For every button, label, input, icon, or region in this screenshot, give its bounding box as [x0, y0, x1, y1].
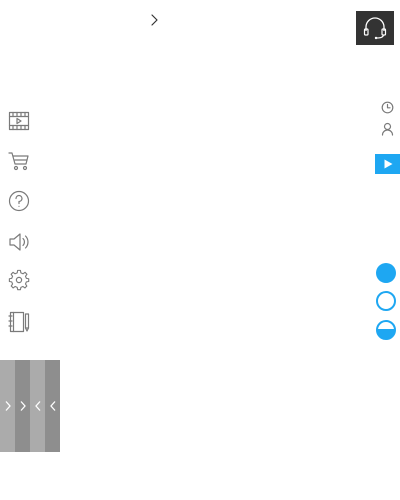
- chevron-right-icon[interactable]: [149, 13, 161, 27]
- next-button-alt[interactable]: [15, 360, 30, 452]
- play-icon: [383, 159, 393, 169]
- cart-icon[interactable]: [8, 150, 30, 172]
- app-screen: [0, 0, 400, 500]
- indicator-filled[interactable]: [376, 263, 396, 283]
- chevron-right-icon: [18, 400, 28, 412]
- support-button[interactable]: [356, 11, 394, 45]
- prev-button-alt[interactable]: [45, 360, 60, 452]
- user-icon[interactable]: [381, 122, 394, 136]
- clock-icon[interactable]: [381, 101, 394, 114]
- help-icon[interactable]: [8, 190, 30, 212]
- chevron-left-icon: [33, 400, 43, 412]
- chevron-right-icon: [3, 400, 13, 412]
- chevron-left-icon: [48, 400, 58, 412]
- gear-icon[interactable]: [8, 269, 30, 291]
- speaker-icon[interactable]: [8, 231, 32, 253]
- indicator-half[interactable]: [376, 320, 396, 340]
- notebook-icon[interactable]: [8, 311, 30, 333]
- indicator-empty[interactable]: [376, 291, 396, 311]
- play-button[interactable]: [375, 154, 400, 174]
- next-button[interactable]: [0, 360, 15, 452]
- prev-button[interactable]: [30, 360, 45, 452]
- headset-icon: [361, 16, 389, 40]
- film-icon[interactable]: [8, 110, 30, 132]
